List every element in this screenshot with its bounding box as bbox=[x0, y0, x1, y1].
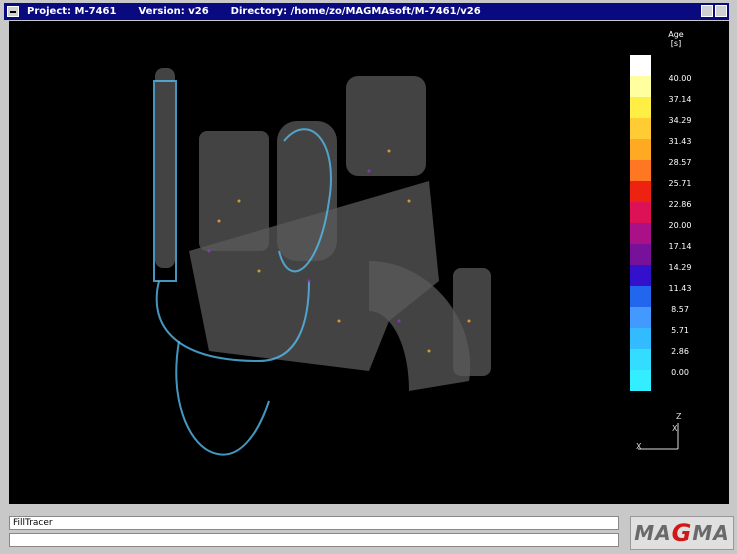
tracer-particle bbox=[407, 199, 411, 203]
colorbar-swatch bbox=[630, 202, 651, 223]
tracer-particle bbox=[427, 349, 431, 353]
colorbar-swatch bbox=[630, 370, 651, 391]
colorbar-swatch bbox=[630, 265, 651, 286]
tracer-particle bbox=[387, 149, 391, 153]
legend-colorbar bbox=[630, 55, 651, 391]
tracer-particle bbox=[257, 269, 261, 273]
legend-label: 20.00 bbox=[668, 221, 692, 230]
axis-z-label: Z bbox=[676, 412, 682, 421]
window-menu-icon[interactable] bbox=[7, 6, 19, 17]
colorbar-swatch bbox=[630, 307, 651, 328]
legend-label: 25.71 bbox=[668, 179, 692, 188]
colorbar-swatch bbox=[630, 55, 651, 76]
casting-visualization bbox=[153, 68, 491, 456]
colorbar-swatch bbox=[630, 76, 651, 97]
logo-text-left: MA bbox=[634, 521, 672, 545]
directory-label: Directory: /home/zo/MAGMAsoft/M-7461/v26 bbox=[230, 6, 481, 17]
colorbar-swatch bbox=[630, 244, 651, 265]
legend-label: 14.29 bbox=[668, 263, 692, 272]
title-bar: Project: M-7461 Version: v26 Directory: … bbox=[4, 3, 729, 20]
colorbar-swatch bbox=[630, 181, 651, 202]
legend-label: 8.57 bbox=[671, 305, 689, 314]
magma-logo: MA G MA bbox=[630, 516, 734, 550]
legend-label: 17.14 bbox=[668, 242, 692, 251]
legend-title-text: Age bbox=[668, 30, 684, 39]
tracer-particle bbox=[307, 279, 311, 283]
legend-label: 11.43 bbox=[668, 284, 692, 293]
colorbar-swatch bbox=[630, 328, 651, 349]
legend-title: Age [s] bbox=[656, 30, 696, 48]
tracer-particle bbox=[207, 249, 211, 253]
legend-label: 40.00 bbox=[668, 74, 692, 83]
sprue bbox=[155, 68, 175, 268]
legend-label: 22.86 bbox=[668, 200, 692, 209]
colorbar-swatch bbox=[630, 139, 651, 160]
legend-label: 34.29 bbox=[668, 116, 692, 125]
colorbar-swatch bbox=[630, 118, 651, 139]
logo-text-right: MA bbox=[692, 521, 730, 545]
version-label: Version: v26 bbox=[138, 6, 209, 17]
legend-label: 37.14 bbox=[668, 95, 692, 104]
minimize-button[interactable] bbox=[701, 5, 713, 17]
axis-x-lower-label: X bbox=[636, 442, 642, 451]
side-feeder bbox=[453, 268, 491, 376]
colorbar-swatch bbox=[630, 349, 651, 370]
tracer-particle bbox=[367, 169, 371, 173]
legend-label: 5.71 bbox=[671, 326, 689, 335]
legend-unit: [s] bbox=[670, 39, 682, 48]
tracer-particle bbox=[337, 319, 341, 323]
tracer-particle bbox=[467, 319, 471, 323]
riser-block bbox=[346, 76, 426, 176]
project-label: Project: M-7461 bbox=[27, 6, 117, 17]
colorbar-swatch bbox=[630, 97, 651, 118]
legend-label: 31.43 bbox=[668, 137, 692, 146]
colorbar-swatch bbox=[630, 223, 651, 244]
logo-text-g: G bbox=[671, 519, 693, 547]
colorbar-swatch bbox=[630, 286, 651, 307]
3d-viewport[interactable] bbox=[9, 21, 729, 504]
axis-x-upper-label: X bbox=[672, 424, 678, 433]
tracer-particle bbox=[397, 319, 401, 323]
status-field-secondary bbox=[9, 533, 619, 547]
legend-label: 2.86 bbox=[671, 347, 689, 356]
maximize-button[interactable] bbox=[715, 5, 727, 17]
legend-label: 28.57 bbox=[668, 158, 692, 167]
status-field: FillTracer bbox=[9, 516, 619, 530]
tracer-particle bbox=[217, 219, 221, 223]
tracer-particle bbox=[237, 199, 241, 203]
legend-label: 0.00 bbox=[671, 368, 689, 377]
colorbar-swatch bbox=[630, 160, 651, 181]
